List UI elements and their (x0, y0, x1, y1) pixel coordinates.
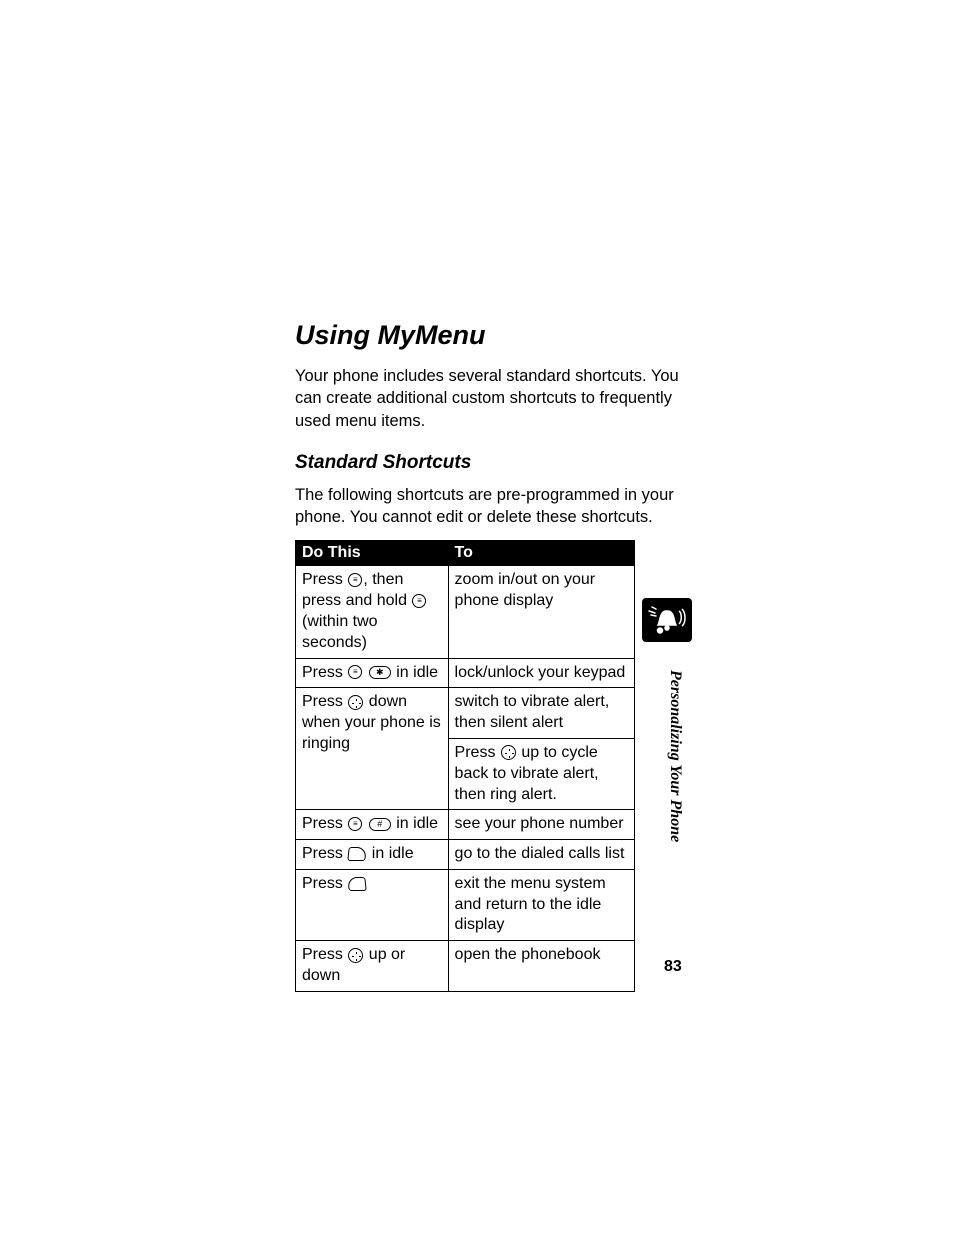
to-cell: lock/unlock your keypad (448, 658, 634, 688)
to-cell: switch to vibrate alert, then silent ale… (448, 688, 634, 739)
table-row: Press ≡ ✱ in idlelock/unlock your keypad (296, 658, 635, 688)
table-row: Press ≡ # in idlesee your phone number (296, 810, 635, 840)
to-cell: see your phone number (448, 810, 634, 840)
do-cell: Press ≡ ✱ in idle (296, 658, 449, 688)
table-row: Press down when your phone is ringingswi… (296, 688, 635, 739)
to-cell: zoom in/out on your phone display (448, 566, 634, 658)
send-key-icon (348, 847, 367, 861)
menu-key-icon: ≡ (348, 665, 362, 679)
star-key-icon: ✱ (369, 666, 391, 679)
subsection-intro: The following shortcuts are pre-programm… (295, 484, 694, 529)
page-number: 83 (664, 958, 682, 976)
do-cell: Press in idle (296, 840, 449, 870)
table-header-to: To (448, 541, 634, 566)
shortcuts-table: Do This To Press ≡, then press and hold … (295, 540, 635, 992)
end-key-icon (348, 877, 367, 891)
side-section-label: Personalizing Your Phone (664, 670, 684, 930)
table-header-do: Do This (296, 541, 449, 566)
to-cell: go to the dialed calls list (448, 840, 634, 870)
section-heading: Using MyMenu (295, 320, 694, 351)
table-row: Press exit the menu system and return to… (296, 869, 635, 940)
do-cell: Press (296, 869, 449, 940)
menu-key-icon: ≡ (348, 573, 362, 587)
do-cell: Press up or down (296, 941, 449, 992)
vibrate-alert-icon (642, 598, 692, 642)
subsection-heading: Standard Shortcuts (295, 452, 694, 474)
to-cell: Press up to cycle back to vibrate alert,… (448, 738, 634, 809)
do-cell: Press ≡ # in idle (296, 810, 449, 840)
nav-key-icon (348, 695, 363, 710)
table-row: Press ≡, then press and hold ≡ (within t… (296, 566, 635, 658)
hash-key-icon: # (369, 818, 391, 831)
do-cell: Press down when your phone is ringing (296, 688, 449, 810)
table-row: Press up or downopen the phonebook (296, 941, 635, 992)
menu-key-icon: ≡ (412, 594, 426, 608)
do-cell: Press ≡, then press and hold ≡ (within t… (296, 566, 449, 658)
table-row: Press in idlego to the dialed calls list (296, 840, 635, 870)
menu-key-icon: ≡ (348, 817, 362, 831)
to-cell: exit the menu system and return to the i… (448, 869, 634, 940)
nav-key-icon (348, 948, 363, 963)
nav-key-icon (501, 745, 516, 760)
intro-paragraph: Your phone includes several standard sho… (295, 365, 694, 432)
to-cell: open the phonebook (448, 941, 634, 992)
